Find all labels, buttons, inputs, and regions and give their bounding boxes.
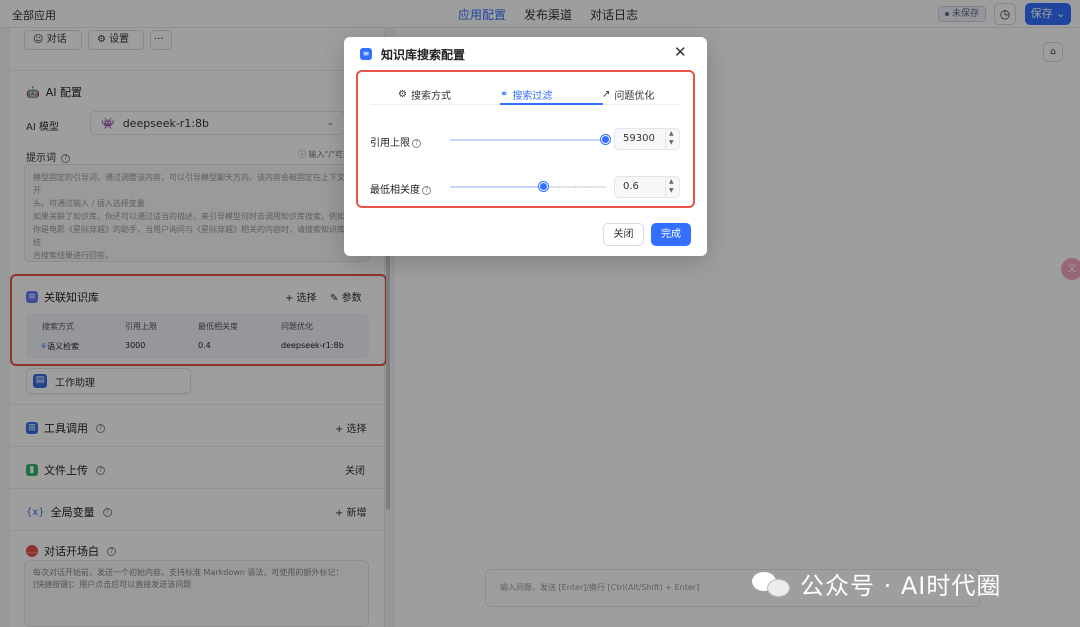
tab-search-mode[interactable]: ⚙ 搜索方式 (398, 87, 451, 102)
limit-slider[interactable] (450, 135, 610, 144)
limit-label: 引用上限? (370, 134, 421, 149)
chevron-down-icon[interactable]: ▼ (669, 187, 674, 194)
tab-search-filter-label: 搜索过滤 (512, 91, 553, 102)
wechat-icon (752, 570, 792, 598)
limit-slider-fill (450, 139, 606, 141)
limit-value: 59300 (623, 133, 655, 144)
tab-search-filter[interactable]: ⚭ 搜索过滤 (500, 87, 552, 102)
similarity-number-input[interactable]: 0.6 ▲ ▼ (614, 176, 680, 198)
chevron-up-icon[interactable]: ▲ (669, 130, 674, 137)
slider-tick (575, 186, 576, 188)
link-icon: ⚭ (500, 89, 509, 100)
help-icon: ? (412, 138, 421, 148)
sliders-icon: ≡ (360, 48, 372, 60)
similarity-label-text: 最低相关度 (370, 185, 420, 196)
trend-icon: ↗ (602, 89, 611, 100)
similarity-slider[interactable] (450, 182, 606, 191)
similarity-value: 0.6 (623, 181, 639, 192)
chevron-up-icon[interactable]: ▲ (669, 178, 674, 185)
watermark-text: 公众号 · AI时代圈 (800, 572, 1002, 600)
slider-tick (590, 186, 591, 188)
tab-query-optimize[interactable]: ↗ 问题优化 (602, 87, 654, 102)
similarity-slider-handle[interactable] (538, 182, 548, 191)
limit-slider-handle[interactable] (601, 135, 610, 144)
watermark: 公众号 · AI时代圈 (752, 566, 1001, 601)
chevron-down-icon[interactable]: ▼ (669, 139, 674, 146)
limit-number-input[interactable]: 59300 ▲ ▼ (614, 128, 680, 150)
similarity-slider-fill (450, 186, 544, 188)
active-tab-indicator (500, 103, 603, 105)
similarity-stepper[interactable]: ▲ ▼ (665, 177, 679, 197)
slider-tick (559, 186, 560, 188)
confirm-button[interactable]: 完成 (651, 223, 691, 246)
tab-query-optimize-label: 问题优化 (614, 91, 655, 102)
tab-search-mode-label: 搜索方式 (410, 91, 451, 102)
similarity-label: 最低相关度? (370, 181, 431, 196)
help-icon: ? (422, 185, 431, 195)
cancel-button[interactable]: 关闭 (603, 223, 644, 246)
dialog-title: 知识库搜索配置 (381, 48, 466, 62)
limit-stepper[interactable]: ▲ ▼ (665, 129, 679, 149)
gear-icon: ⚙ (398, 89, 407, 100)
close-icon[interactable]: ✕ (674, 43, 687, 61)
limit-label-text: 引用上限 (370, 138, 410, 149)
dialog-tabs: ⚙ 搜索方式 ⚭ 搜索过滤 ↗ 问题优化 (370, 85, 680, 105)
kb-search-config-dialog: ≡ 知识库搜索配置 ✕ ⚙ 搜索方式 ⚭ 搜索过滤 ↗ 问题优化 引用上限? 5930… (344, 37, 707, 256)
